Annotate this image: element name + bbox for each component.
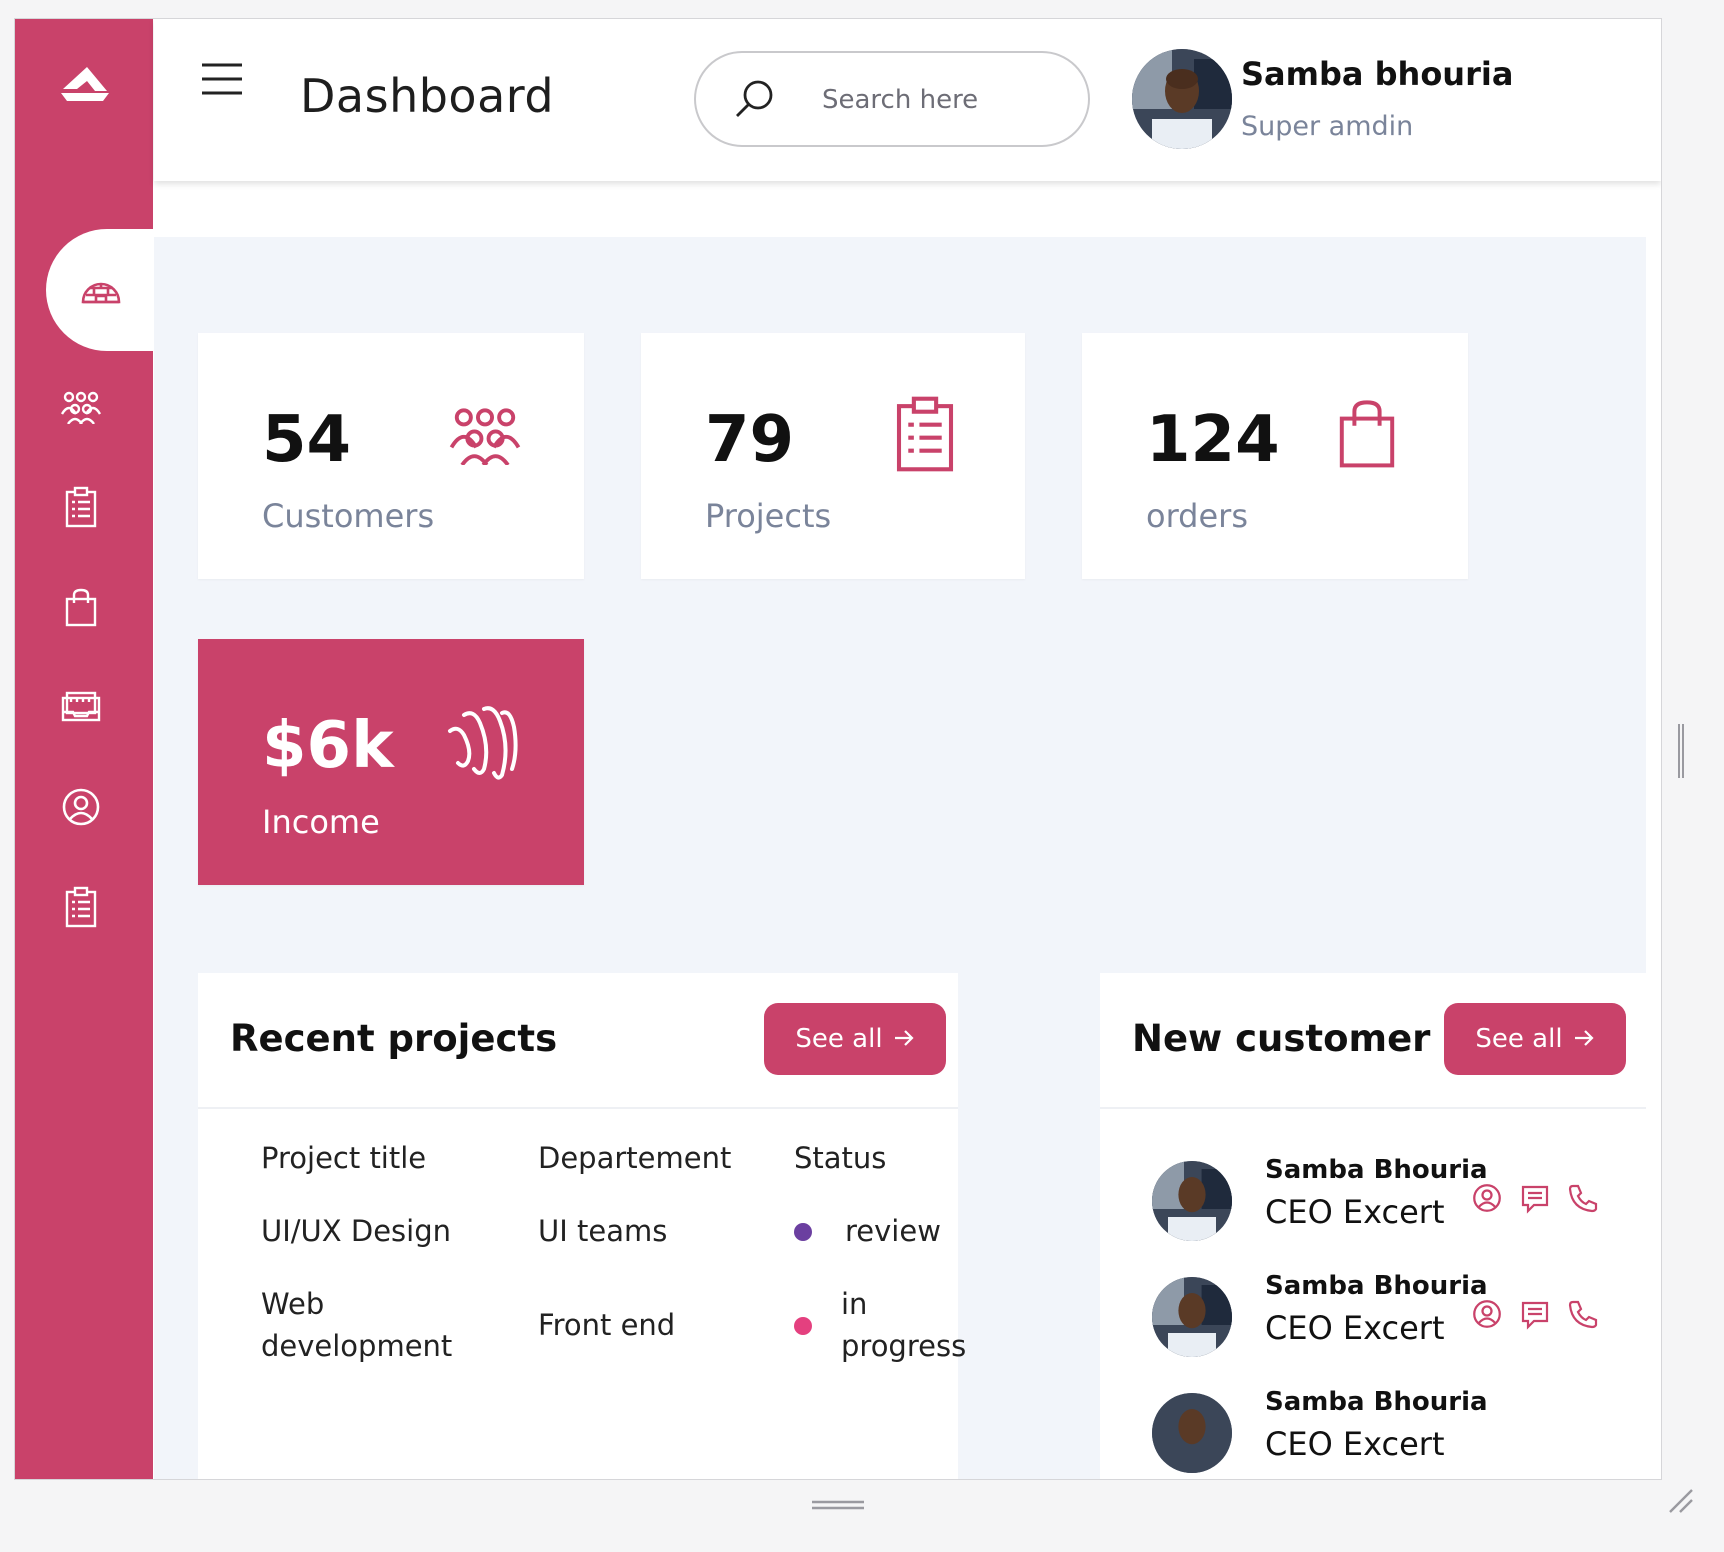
- browser-viewport: Dashboard Samba bhouria Super amdin: [14, 18, 1662, 1480]
- search-input[interactable]: [820, 79, 1064, 121]
- sidebar-item-customers[interactable]: [45, 373, 117, 445]
- panel-title: New customer: [1132, 1017, 1431, 1060]
- stat-value: $6k: [262, 709, 394, 783]
- stat-card-customers[interactable]: 54 Customers: [198, 333, 584, 579]
- stat-value: 54: [262, 403, 352, 477]
- button-label: See all: [1475, 1024, 1563, 1054]
- project-title-cell: Web development: [261, 1287, 453, 1363]
- customer-role: CEO Excert: [1265, 1309, 1445, 1347]
- shopping-bag-icon: [64, 587, 98, 631]
- clipboard-icon: [64, 486, 98, 532]
- stat-label: Income: [262, 803, 380, 841]
- dashboard-igloo-icon: [80, 270, 122, 310]
- status-dot: [794, 1223, 812, 1241]
- status-cell: review: [845, 1214, 941, 1248]
- customer-avatar[interactable]: [1152, 1393, 1232, 1473]
- sidebar: [15, 19, 153, 1479]
- customers-icon: [446, 405, 524, 469]
- resize-handle[interactable]: [812, 1496, 864, 1510]
- user-circle-icon: [61, 787, 101, 831]
- see-all-projects-button[interactable]: See all: [764, 1003, 946, 1075]
- see-all-customers-button[interactable]: See all: [1444, 1003, 1626, 1075]
- customer-name: Samba Bhouria: [1265, 1271, 1488, 1301]
- sidebar-item-reports[interactable]: [45, 873, 117, 945]
- sidebar-item-inbox[interactable]: [45, 673, 117, 745]
- message-icon[interactable]: [1520, 1300, 1550, 1330]
- sidebar-item-dashboard[interactable]: [46, 229, 153, 351]
- scrollbar-grip[interactable]: [1676, 724, 1686, 778]
- stat-value: 124: [1146, 403, 1280, 477]
- search-icon: [732, 77, 776, 121]
- inbox-icon: [61, 690, 101, 728]
- department-cell: Front end: [538, 1308, 676, 1342]
- stat-card-income[interactable]: $6k Income: [198, 639, 584, 885]
- top-bar: Dashboard Samba bhouria Super amdin: [154, 19, 1661, 181]
- stat-card-projects[interactable]: 79 Projects: [641, 333, 1025, 579]
- stat-label: Customers: [262, 497, 435, 535]
- new-customer-panel: New customer See all Samba Bhouria CEO E…: [1100, 973, 1646, 1479]
- phone-icon[interactable]: [1568, 1183, 1598, 1213]
- customer-name: Samba Bhouria: [1265, 1387, 1488, 1417]
- department-cell: UI teams: [538, 1214, 668, 1248]
- stat-label: Projects: [705, 497, 832, 535]
- column-header: Status: [794, 1141, 887, 1175]
- customer-role: CEO Excert: [1265, 1193, 1445, 1231]
- clipboard-icon: [64, 886, 98, 932]
- brand-logo-icon[interactable]: [57, 59, 113, 109]
- panel-header: New customer See all: [1100, 973, 1646, 1109]
- button-label: See all: [795, 1024, 883, 1054]
- search-box[interactable]: [694, 51, 1090, 147]
- profile-name: Samba bhouria: [1241, 55, 1514, 93]
- customer-name: Samba Bhouria: [1265, 1155, 1488, 1185]
- stat-card-orders[interactable]: 124 orders: [1082, 333, 1468, 579]
- panel-title: Recent projects: [230, 1017, 558, 1060]
- customer-avatar[interactable]: [1152, 1277, 1232, 1357]
- customer-role: CEO Excert: [1265, 1425, 1445, 1463]
- shopping-bag-icon: [1336, 397, 1398, 473]
- arrow-right-icon: [1573, 1024, 1595, 1054]
- customers-icon: [60, 390, 102, 428]
- phone-icon[interactable]: [1568, 1299, 1598, 1329]
- status-cell: in progress: [841, 1287, 967, 1363]
- arrow-right-icon: [893, 1024, 915, 1054]
- recent-projects-panel: Recent projects See all Project title De…: [198, 973, 966, 1479]
- message-icon[interactable]: [1520, 1184, 1550, 1214]
- clipboard-icon: [893, 395, 957, 477]
- wallet-wave-icon: [444, 703, 518, 787]
- menu-toggle-icon[interactable]: [200, 59, 244, 99]
- status-dot: [794, 1317, 812, 1335]
- stat-label: orders: [1146, 497, 1248, 535]
- page-title: Dashboard: [300, 69, 555, 123]
- sidebar-item-projects[interactable]: [45, 473, 117, 545]
- column-header: Project title: [261, 1141, 427, 1175]
- user-circle-icon[interactable]: [1472, 1183, 1502, 1213]
- profile-role: Super amdin: [1241, 111, 1414, 142]
- sidebar-item-orders[interactable]: [45, 573, 117, 645]
- panel-header: Recent projects See all: [198, 973, 958, 1109]
- user-circle-icon[interactable]: [1472, 1299, 1502, 1329]
- dashboard-content: 54 Customers 79 Projects 124 orders $6k …: [154, 237, 1646, 1479]
- customer-avatar[interactable]: [1152, 1161, 1232, 1241]
- resize-corner-icon[interactable]: [1666, 1486, 1694, 1514]
- project-title-cell: UI/UX Design: [261, 1214, 451, 1248]
- stat-value: 79: [705, 403, 795, 477]
- column-header: Departement: [538, 1141, 732, 1175]
- avatar[interactable]: [1132, 49, 1232, 149]
- sidebar-item-profile[interactable]: [45, 773, 117, 845]
